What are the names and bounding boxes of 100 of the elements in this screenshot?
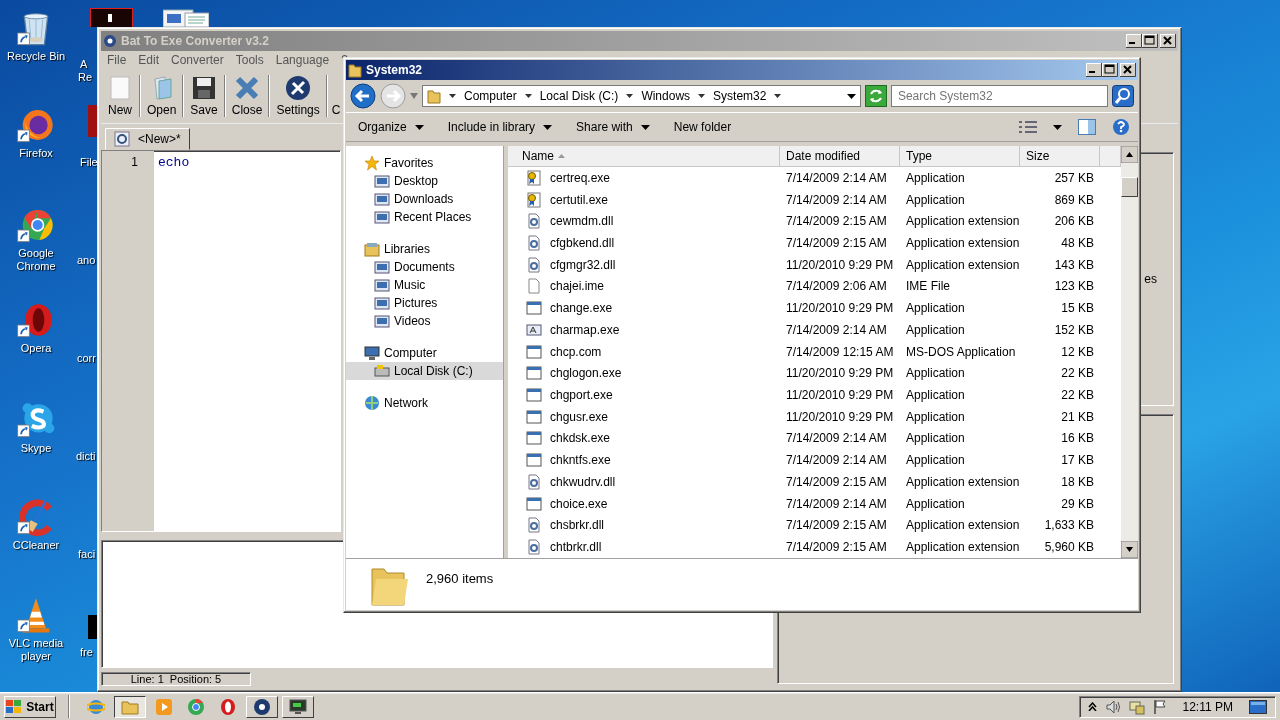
icon-label[interactable]: Re (78, 71, 93, 84)
flag-icon[interactable] (1152, 698, 1167, 715)
view-icon[interactable] (1019, 120, 1037, 134)
caret-icon[interactable] (1053, 124, 1062, 130)
nav-item[interactable]: Recent Places (346, 208, 503, 226)
column-header[interactable]: Type (900, 146, 1020, 167)
nav-item[interactable]: Desktop (346, 172, 503, 190)
file-name[interactable]: chgport.exe (550, 388, 613, 403)
nav-item[interactable]: Network (346, 394, 503, 412)
command-button[interactable]: New folder (669, 116, 736, 138)
file-name[interactable]: cfgbkend.dll (550, 236, 615, 250)
file-name[interactable]: chgusr.exe (550, 409, 609, 424)
breadcrumb-item[interactable]: Windows (641, 89, 691, 103)
icon-label[interactable]: Firefox (19, 147, 53, 160)
menu-item[interactable]: Converter (165, 51, 230, 69)
file-name[interactable]: chtbrkr.dll (550, 540, 602, 555)
command-button[interactable]: Include in library (443, 116, 557, 138)
menu-item[interactable]: Language (269, 51, 336, 69)
scroll-down-button[interactable] (1121, 541, 1138, 558)
icon-label[interactable]: Opera (20, 342, 52, 355)
icon-label[interactable]: A (80, 58, 88, 71)
minimize-button[interactable] (1126, 34, 1142, 48)
speaker-icon[interactable] (1104, 698, 1121, 715)
document-icon[interactable] (163, 8, 209, 27)
file-name[interactable]: chkwudrv.dll (550, 474, 616, 489)
command-button[interactable]: Organize (354, 116, 428, 138)
nav-item[interactable]: Favorites (346, 154, 503, 172)
clock[interactable]: 12:11 PM (1174, 699, 1241, 714)
caret-icon[interactable] (524, 94, 532, 98)
toolbar-button[interactable]: Settings (270, 73, 326, 119)
minimize-button[interactable] (1086, 63, 1102, 77)
file-name[interactable]: chglogon.exe (550, 366, 622, 381)
column-header[interactable]: Size (1020, 146, 1100, 167)
file-name[interactable]: certreq.exe (550, 170, 611, 185)
show-desktop-icon[interactable] (1249, 698, 1267, 715)
toolbar-button[interactable]: C (327, 73, 341, 119)
refresh-button[interactable] (864, 85, 887, 107)
maximize-button[interactable] (1102, 63, 1118, 77)
icon-label[interactable]: corr (77, 352, 96, 365)
command-button[interactable]: Share with (572, 116, 654, 138)
start-button[interactable]: Start (4, 695, 56, 718)
close-button[interactable] (1120, 63, 1136, 77)
nav-item[interactable]: Libraries (346, 240, 503, 258)
icon-label[interactable]: Skype (20, 442, 52, 455)
file-name[interactable]: charmap.exe (550, 322, 620, 337)
file-name[interactable]: chkdsk.exe (550, 431, 611, 446)
breadcrumb-item[interactable]: Local Disk (C:) (539, 89, 619, 103)
file-name[interactable]: chkntfs.exe (550, 453, 611, 468)
file-name[interactable]: chsbrkr.dll (550, 518, 605, 533)
maximize-button[interactable] (1142, 34, 1158, 48)
dropdown-icon[interactable] (846, 93, 856, 99)
file-name[interactable]: cewmdm.dll (550, 214, 614, 229)
code-editor[interactable]: 1 echo (101, 150, 341, 532)
nav-item[interactable]: Music (346, 276, 503, 294)
caret-icon[interactable] (698, 94, 706, 98)
icon-label[interactable]: Google Chrome (0, 247, 72, 273)
preview-pane-icon[interactable] (1078, 119, 1096, 135)
scrollbar[interactable] (1121, 146, 1138, 558)
nav-item[interactable]: Local Disk (C:) (346, 362, 503, 380)
icon-label[interactable]: faci (78, 548, 96, 561)
toolbar-button[interactable]: Close (225, 73, 269, 119)
menu-item[interactable]: Edit (132, 51, 166, 69)
back-button[interactable] (350, 83, 376, 109)
toolbar-button[interactable]: Open (141, 73, 183, 119)
column-header[interactable]: Name (508, 146, 780, 167)
caret-icon[interactable] (449, 94, 456, 98)
chat-bubble-icon[interactable] (16, 400, 56, 440)
network-icon[interactable] (1128, 698, 1145, 715)
address-bar[interactable]: Computer Local Disk (C:) Windows System32 (422, 85, 861, 107)
icon-label[interactable]: VLC media player (0, 637, 72, 663)
nav-item[interactable]: Videos (346, 312, 503, 330)
search-button[interactable] (1112, 85, 1134, 107)
expand-icon[interactable] (1087, 702, 1097, 711)
nav-item[interactable]: Documents (346, 258, 503, 276)
icon-label[interactable]: fre (80, 646, 93, 659)
file-name[interactable]: choice.exe (550, 496, 608, 511)
file-name[interactable]: certutil.exe (550, 192, 609, 207)
icon-label[interactable]: Recycle Bin (6, 50, 66, 63)
breadcrumb-item[interactable]: Computer (464, 89, 517, 103)
toolbar-button[interactable]: New (101, 73, 139, 119)
icon-label[interactable]: CCleaner (12, 539, 60, 552)
menu-item[interactable]: Tools (229, 51, 270, 69)
toolbar-button[interactable]: Save (184, 73, 224, 119)
file-name[interactable]: change.exe (550, 301, 613, 316)
icon-label[interactable]: ano (77, 254, 96, 267)
breadcrumb-item[interactable]: System32 (713, 89, 767, 103)
caret-icon[interactable] (774, 94, 782, 98)
icon-label[interactable]: File (80, 156, 98, 169)
scroll-thumb[interactable] (1121, 177, 1138, 197)
file-name[interactable]: cfgmgr32.dll (550, 257, 616, 272)
file-name[interactable]: chcp.com (550, 344, 602, 359)
nav-item[interactable]: Downloads (346, 190, 503, 208)
close-button[interactable] (1160, 34, 1176, 48)
editor-tab[interactable]: <New>* (105, 128, 190, 150)
taskbar-button[interactable] (114, 695, 146, 718)
help-icon[interactable] (1112, 118, 1130, 136)
scroll-up-button[interactable] (1121, 146, 1138, 163)
column-header[interactable]: Date modified (780, 146, 900, 167)
app-icon[interactable] (90, 8, 133, 27)
caret-icon[interactable] (626, 94, 634, 98)
